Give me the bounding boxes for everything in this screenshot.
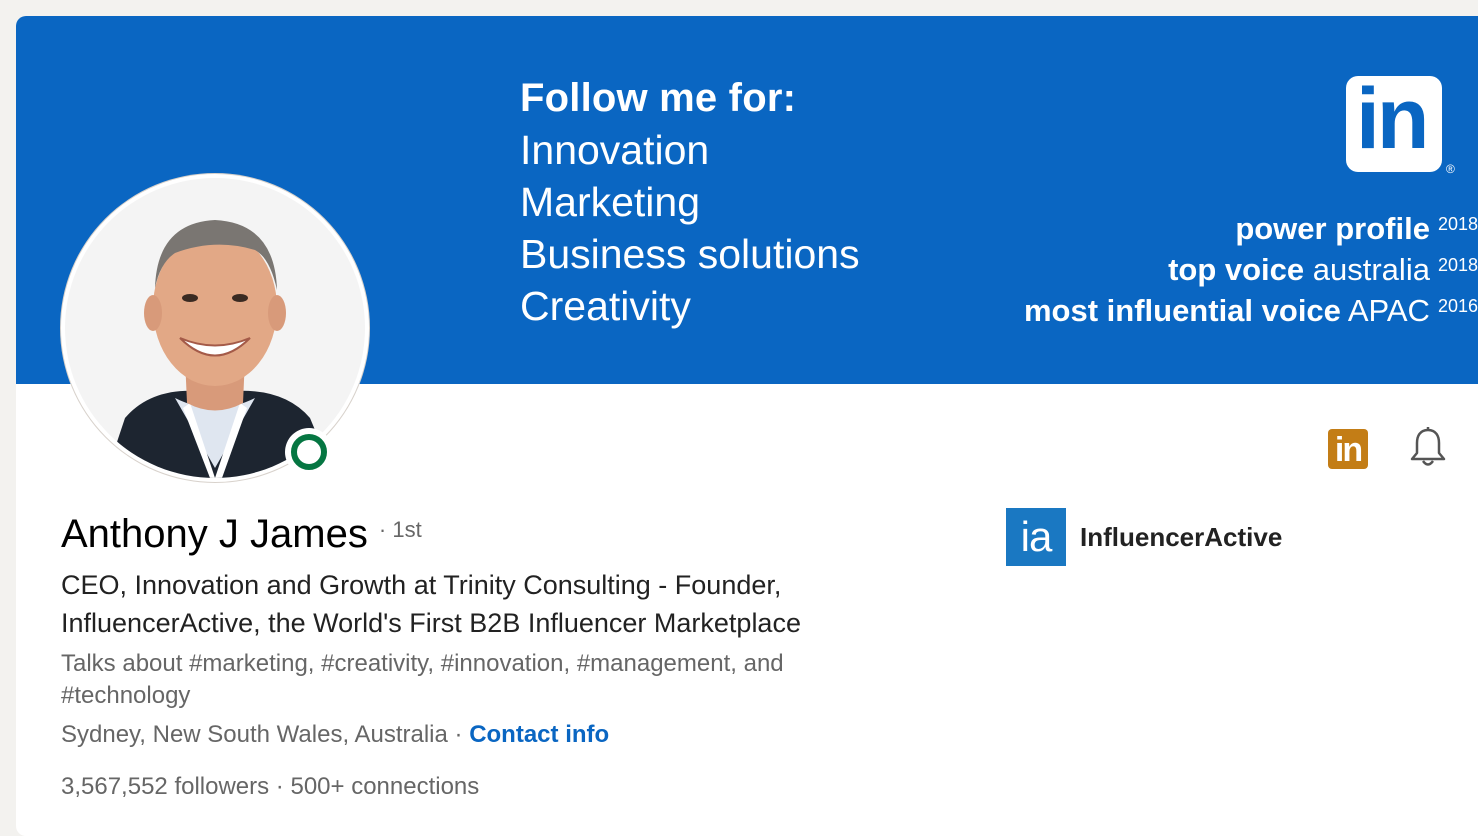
registered-mark: ®: [1446, 162, 1455, 176]
profile-location: Sydney, New South Wales, Australia: [61, 721, 448, 748]
profile-headline: CEO, Innovation and Growth at Trinity Co…: [61, 570, 801, 638]
banner-topic: Creativity: [520, 283, 691, 329]
talks-about: Talks about #marketing, #creativity, #in…: [61, 650, 784, 709]
stats-row: 3,567,552 followers · 500+ connections: [61, 773, 479, 801]
company-logo-icon: ia: [1006, 508, 1066, 566]
connections-count[interactable]: 500+ connections: [290, 773, 479, 800]
banner-topic: Innovation: [520, 127, 710, 173]
connection-degree: · 1st: [378, 517, 422, 542]
award-line: top voice australia 2018: [1168, 252, 1478, 287]
name-row: Anthony J James · 1st: [61, 512, 422, 557]
banner-heading: Follow me for:: [520, 76, 797, 120]
award-line: most influential voice APAC 2016: [1023, 293, 1478, 328]
contact-info-link[interactable]: Contact info: [469, 721, 609, 748]
award-line: power profile 2018: [1235, 211, 1478, 246]
profile-name: Anthony J James: [61, 512, 368, 556]
banner-awards: power profile 2018 top voice australia 201…: [1024, 208, 1478, 331]
company-name[interactable]: InfluencerActive: [1080, 522, 1282, 553]
bell-icon[interactable]: [1408, 426, 1448, 470]
profile-card: Follow me for: Innovation Marketing Busi…: [16, 16, 1478, 836]
banner-topic: Marketing: [520, 179, 701, 225]
banner-topic: Business solutions: [520, 231, 860, 277]
separator: ·: [269, 773, 291, 800]
current-company[interactable]: ia InfluencerActive: [1006, 508, 1282, 566]
banner-follow-block: Follow me for: Innovation Marketing Busi…: [520, 72, 860, 332]
premium-badge-icon[interactable]: in: [1328, 429, 1368, 469]
followers-count: 3,567,552 followers: [61, 773, 270, 800]
separator: ·: [447, 721, 470, 748]
location-row: Sydney, New South Wales, Australia · Con…: [61, 721, 609, 749]
online-status-icon: [285, 428, 333, 476]
linkedin-logo-icon: in: [1346, 71, 1442, 172]
